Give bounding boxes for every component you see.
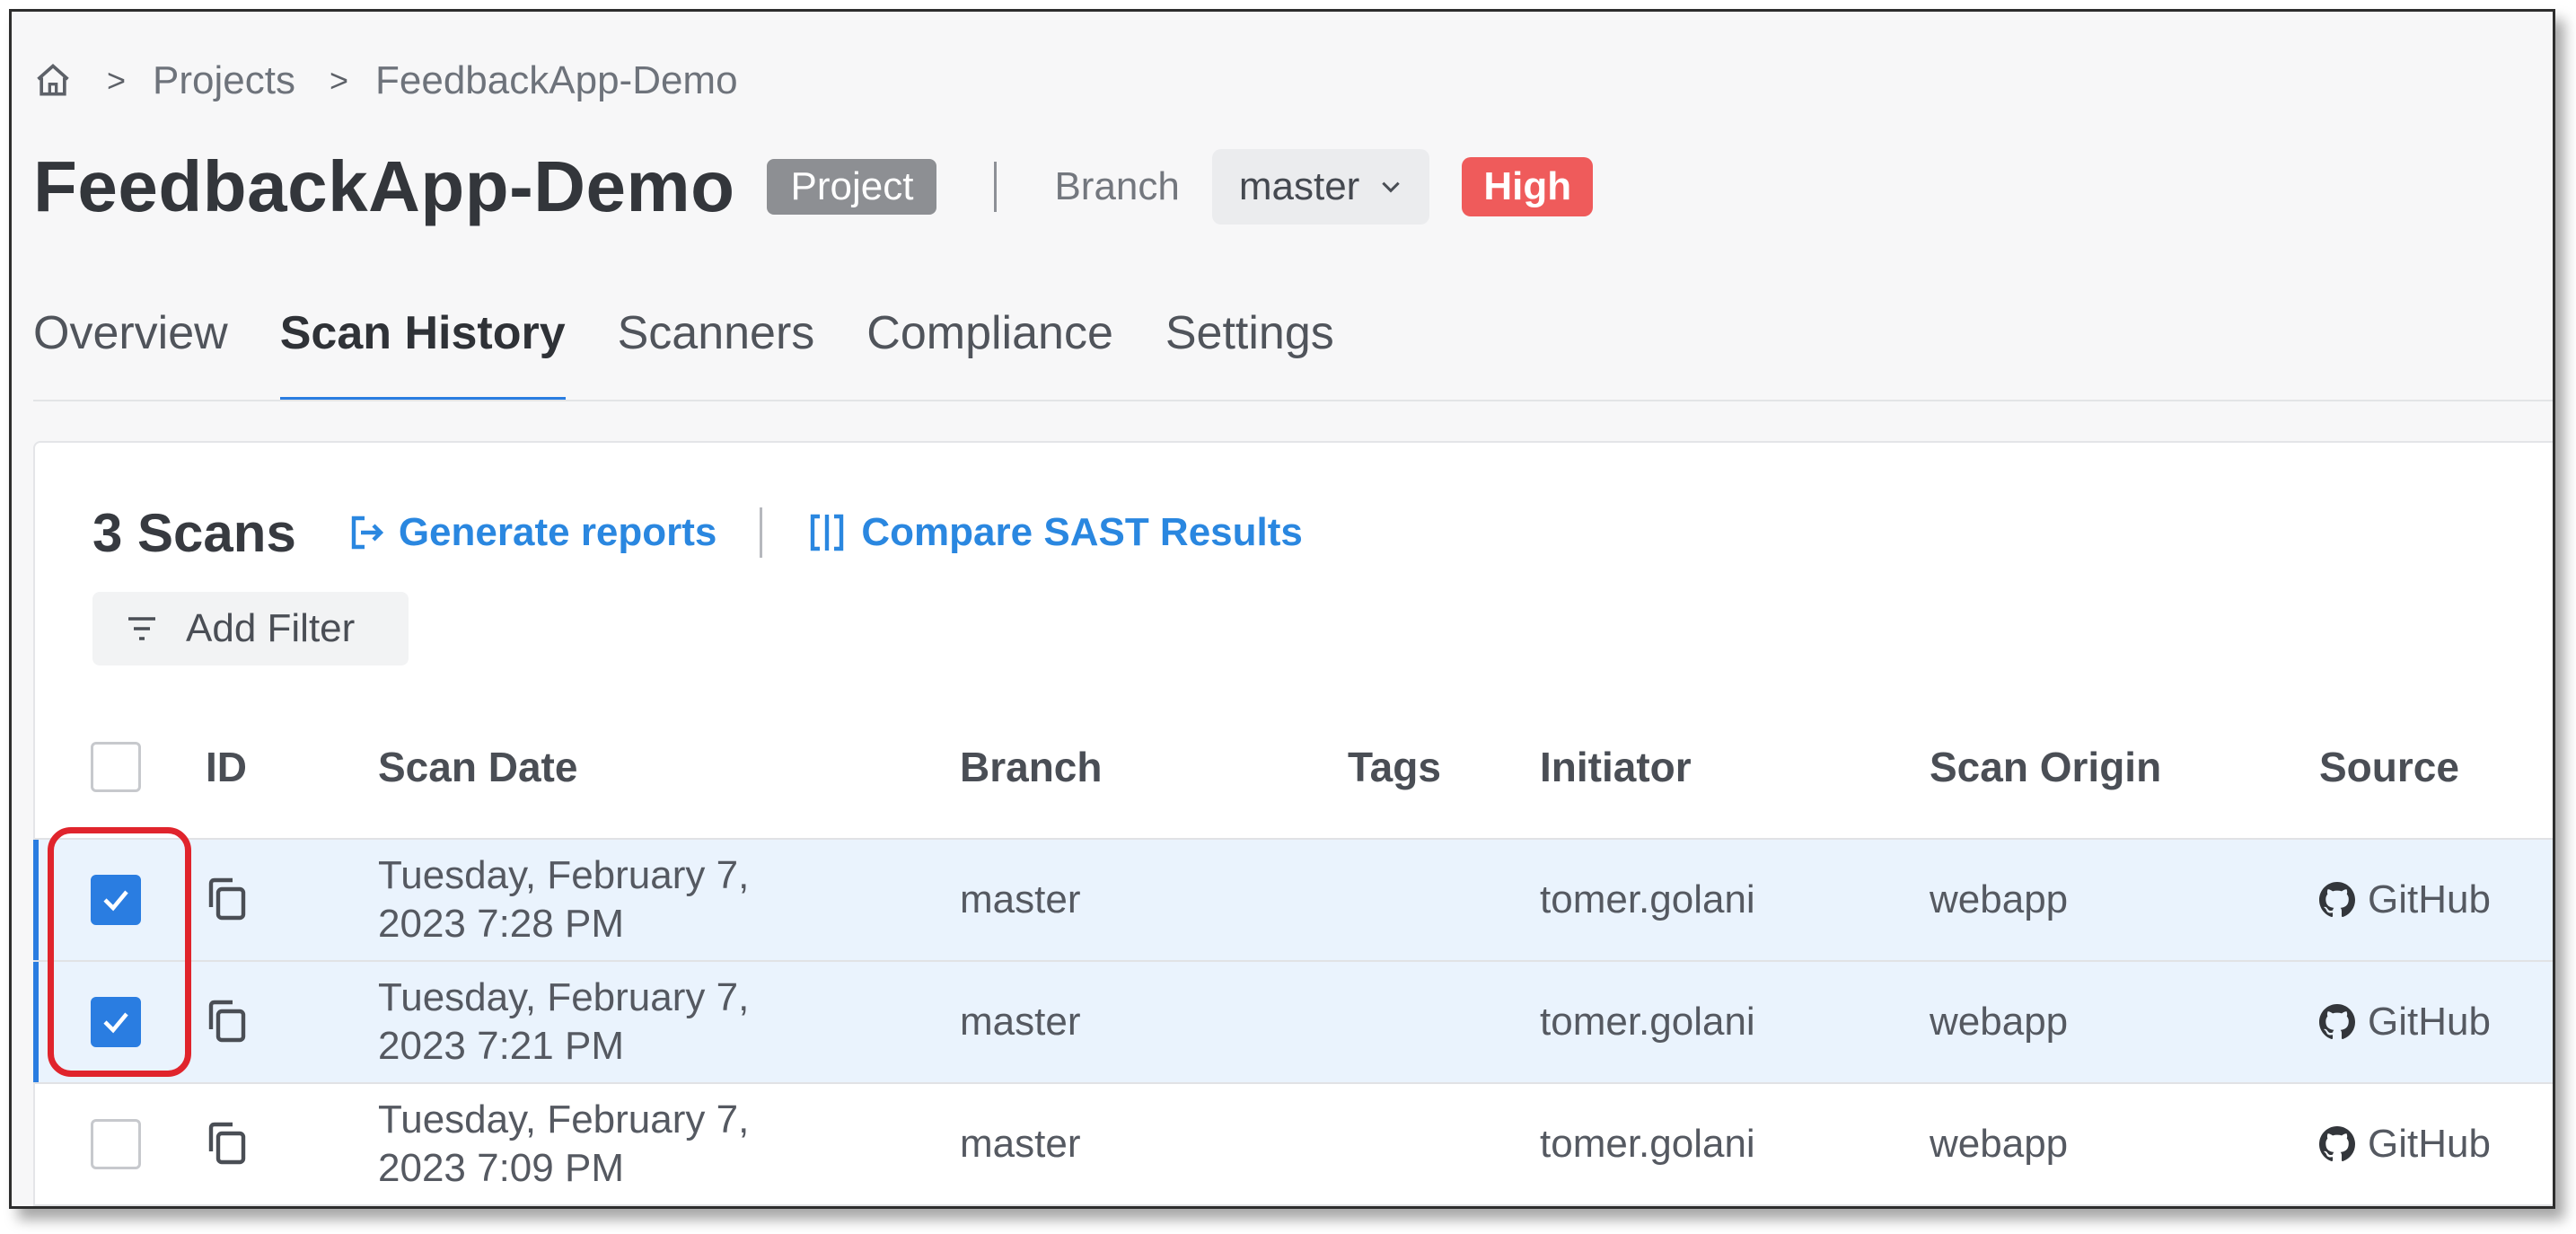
- scan-date-cell: Tuesday, February 7, 2023 7:09 PM: [378, 1084, 881, 1204]
- select-all-cell: [91, 696, 141, 838]
- table-row[interactable]: Tuesday, February 7, 2023 7:21 PM master…: [33, 962, 2553, 1084]
- risk-level-badge: High: [1462, 157, 1594, 216]
- scan-origin-cell: webapp: [1930, 1000, 2069, 1044]
- project-header: FeedbackApp-Demo Project Branch master H…: [33, 137, 1594, 236]
- page-title: FeedbackApp-Demo: [33, 146, 735, 226]
- scan-date-line1: Tuesday, February 7,: [378, 975, 750, 1019]
- scan-date-cell: Tuesday, February 7, 2023 7:21 PM: [378, 962, 881, 1082]
- scans-table: ID Scan Date Branch Tags Initiator Scan …: [33, 696, 2553, 1206]
- row-id-cell: [206, 1084, 249, 1204]
- branch-select[interactable]: master: [1211, 149, 1430, 225]
- compare-sast-link[interactable]: Compare SAST Results: [805, 510, 1303, 555]
- project-type-badge: Project: [767, 159, 937, 215]
- column-header-id[interactable]: ID: [206, 696, 247, 838]
- add-filter-label: Add Filter: [186, 606, 356, 650]
- compare-icon: [811, 514, 844, 551]
- table-row[interactable]: Tuesday, February 7, 2023 7:09 PM master…: [35, 1084, 2553, 1206]
- compare-sast-label: Compare SAST Results: [861, 510, 1303, 554]
- branch-cell: master: [960, 877, 1081, 921]
- column-header-initiator[interactable]: Initiator: [1540, 696, 1692, 838]
- home-icon[interactable]: [33, 61, 73, 101]
- generate-reports-label: Generate reports: [398, 510, 717, 554]
- tab-overview[interactable]: Overview: [33, 281, 228, 401]
- initiator-cell: tomer.golani: [1540, 1122, 1755, 1166]
- branch-cell: master: [960, 1122, 1081, 1166]
- row-checkbox[interactable]: [91, 1119, 141, 1169]
- scan-count: 3 Scans: [92, 502, 296, 563]
- github-icon: [2319, 1126, 2355, 1162]
- add-filter-button[interactable]: Add Filter: [92, 592, 409, 665]
- copy-icon[interactable]: [206, 877, 249, 923]
- scan-origin-cell: webapp: [1930, 1122, 2069, 1166]
- source-cell: GitHub: [2319, 1084, 2491, 1204]
- source-cell: GitHub: [2319, 840, 2491, 960]
- initiator-cell: tomer.golani: [1540, 877, 1755, 921]
- scan-date-cell: Tuesday, February 7, 2023 7:28 PM: [378, 840, 881, 960]
- tab-scanners[interactable]: Scanners: [618, 281, 815, 401]
- copy-icon[interactable]: [206, 999, 249, 1045]
- column-header-source[interactable]: Source: [2319, 696, 2459, 838]
- toolbar-divider: [760, 507, 763, 558]
- tab-scan-history[interactable]: Scan History: [279, 281, 566, 401]
- export-icon: [351, 516, 383, 550]
- scan-date-line1: Tuesday, February 7,: [378, 1097, 750, 1141]
- scan-date-line2: 2023 7:21 PM: [378, 1024, 624, 1068]
- github-icon: [2319, 882, 2355, 918]
- scan-date-line2: 2023 7:09 PM: [378, 1146, 624, 1190]
- row-id-cell: [206, 962, 249, 1082]
- tabs-divider: [33, 400, 2553, 401]
- branch-select-value: master: [1238, 164, 1360, 208]
- scan-history-card: 3 Scans Generate reports Compare SAST Re…: [33, 441, 2553, 1206]
- initiator-cell: tomer.golani: [1540, 1000, 1755, 1044]
- source-label: GitHub: [2368, 1122, 2491, 1166]
- table-header: ID Scan Date Branch Tags Initiator Scan …: [35, 696, 2553, 840]
- column-header-scan-origin[interactable]: Scan Origin: [1930, 696, 2161, 838]
- github-icon: [2319, 1004, 2355, 1040]
- scan-date-line2: 2023 7:28 PM: [378, 902, 624, 946]
- row-select-cell: [91, 1084, 141, 1204]
- breadcrumb-projects[interactable]: Projects: [153, 58, 295, 103]
- breadcrumb-chevron-icon: >: [329, 62, 349, 99]
- breadcrumb-chevron-icon: >: [107, 62, 127, 99]
- scan-origin-cell: webapp: [1930, 877, 2069, 921]
- source-label: GitHub: [2368, 877, 2491, 921]
- row-id-cell: [206, 840, 249, 960]
- chevron-down-icon: [1382, 181, 1401, 193]
- breadcrumb: > Projects > FeedbackApp-Demo: [33, 49, 738, 112]
- table-row[interactable]: Tuesday, February 7, 2023 7:28 PM master…: [33, 840, 2553, 962]
- column-header-tags[interactable]: Tags: [1348, 696, 1441, 838]
- source-label: GitHub: [2368, 1000, 2491, 1044]
- selection-highlight-annotation: [48, 827, 191, 1077]
- column-header-branch[interactable]: Branch: [960, 696, 1102, 838]
- breadcrumb-current-project[interactable]: FeedbackApp-Demo: [375, 58, 738, 103]
- scan-date-line1: Tuesday, February 7,: [378, 853, 750, 897]
- generate-reports-link[interactable]: Generate reports: [343, 510, 717, 555]
- header-divider: [994, 162, 998, 212]
- filter-icon: [128, 617, 155, 640]
- scan-history-toolbar: 3 Scans Generate reports Compare SAST Re…: [92, 497, 1303, 569]
- column-header-scan-date[interactable]: Scan Date: [378, 696, 881, 838]
- copy-icon[interactable]: [206, 1121, 249, 1168]
- source-cell: GitHub: [2319, 962, 2491, 1082]
- tab-settings[interactable]: Settings: [1165, 281, 1334, 401]
- project-tabs: Overview Scan History Scanners Complianc…: [33, 281, 1386, 401]
- branch-label: Branch: [1054, 164, 1180, 208]
- branch-cell: master: [960, 1000, 1081, 1044]
- tab-compliance[interactable]: Compliance: [866, 281, 1113, 401]
- select-all-checkbox[interactable]: [91, 742, 141, 792]
- app-frame: > Projects > FeedbackApp-Demo FeedbackAp…: [9, 9, 2555, 1209]
